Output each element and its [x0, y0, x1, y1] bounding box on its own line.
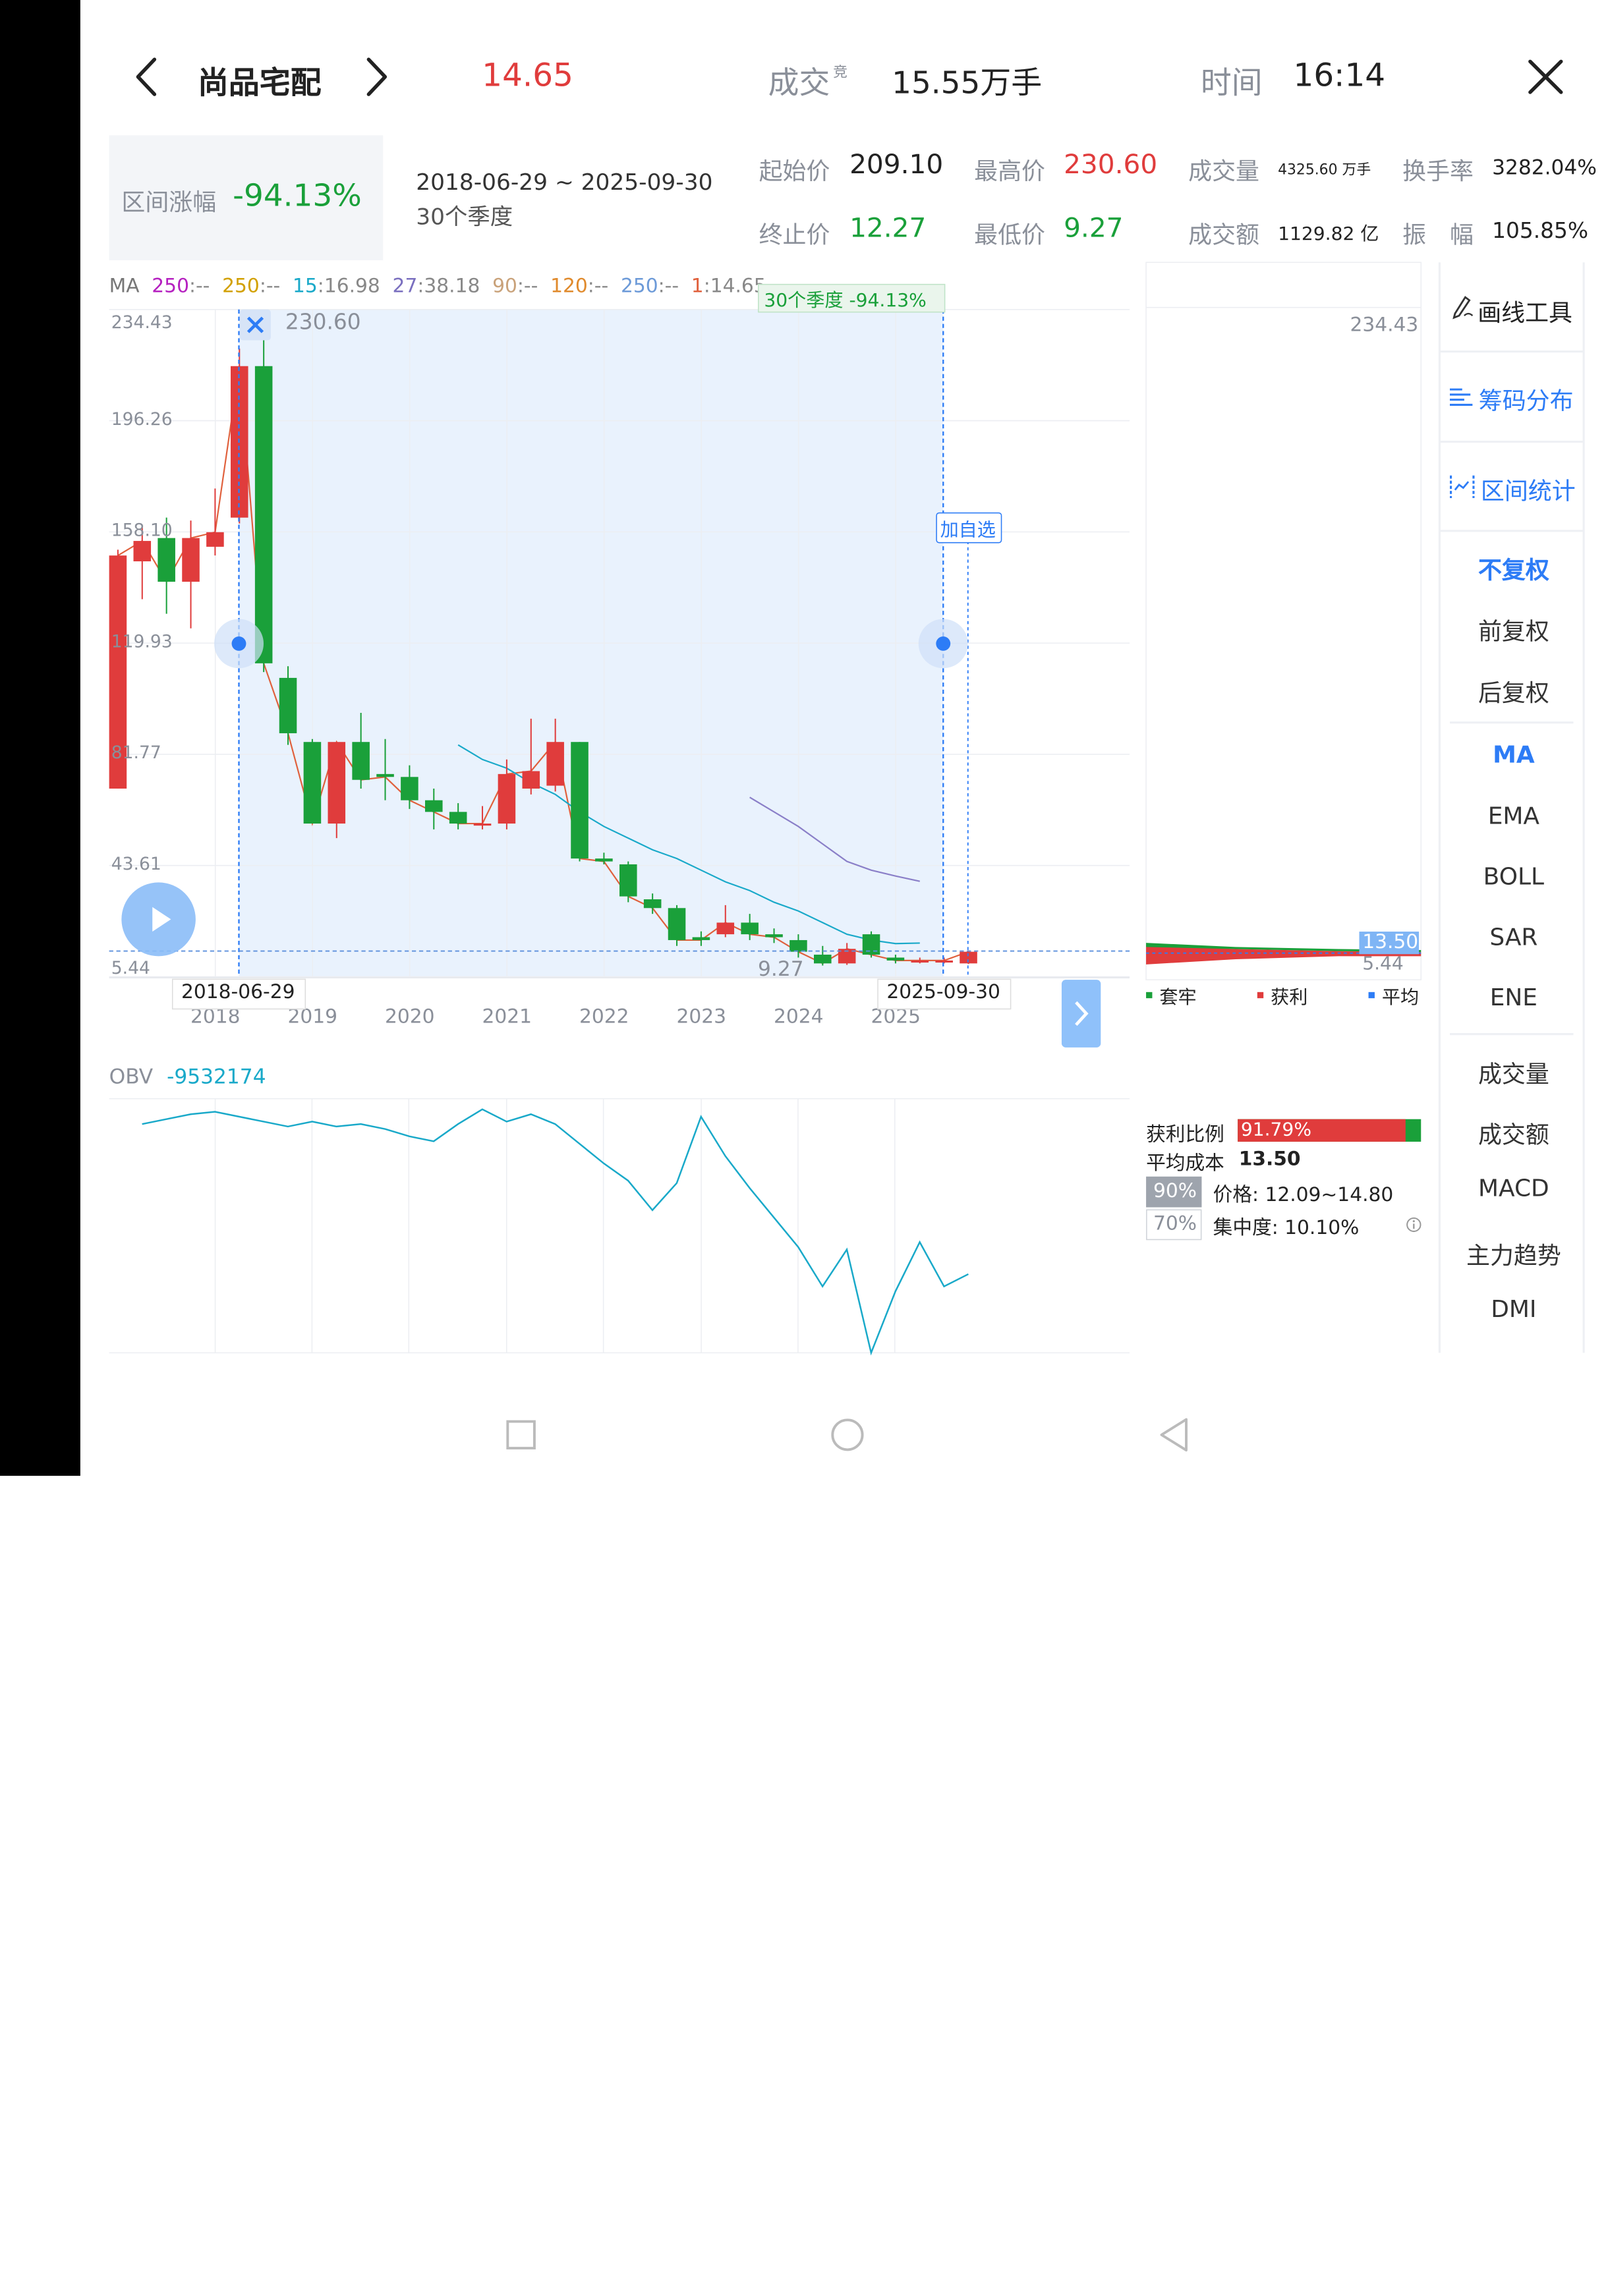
row90-text: 价格: 12.09~14.80: [1213, 1183, 1394, 1206]
legend-avg: 平均: [1381, 987, 1420, 1009]
sub-macd[interactable]: MACD: [1442, 1175, 1586, 1202]
chips-icon: [1450, 388, 1473, 406]
range-stats-button[interactable]: 区间统计: [1481, 472, 1576, 507]
chip-avg-tag: 13.50: [1362, 930, 1419, 953]
indicator-ene[interactable]: ENE: [1442, 985, 1586, 1011]
sub-main-trend[interactable]: 主力趋势: [1442, 1236, 1586, 1271]
row70-text: 集中度: 10.10%: [1213, 1216, 1360, 1239]
sub-dmi[interactable]: DMI: [1442, 1297, 1586, 1323]
pen-icon: [1452, 296, 1474, 320]
legend-trapped: 套牢: [1159, 987, 1197, 1009]
home-icon[interactable]: [829, 1416, 866, 1453]
amplitude: 105.85%: [1492, 218, 1589, 243]
row90-tag: 90%: [1153, 1179, 1197, 1202]
close-icon[interactable]: [1526, 57, 1565, 96]
divider: [1439, 440, 1584, 443]
recent-apps-icon[interactable]: [505, 1418, 538, 1451]
legend-avg-swatch: [1368, 992, 1375, 999]
sub-volume[interactable]: 成交量: [1442, 1055, 1586, 1090]
row70-tag: 70%: [1153, 1212, 1197, 1235]
profit-ratio-label: 获利比例: [1146, 1123, 1224, 1146]
turnover: 3282.04%: [1492, 154, 1597, 180]
info-icon[interactable]: [1406, 1216, 1422, 1233]
chip-bottom-price: 5.44: [1362, 953, 1404, 975]
indicator-ma[interactable]: MA: [1442, 742, 1586, 768]
chip-distribution-button[interactable]: 筹码分布: [1479, 381, 1574, 416]
legend-profit: 获利: [1271, 987, 1308, 1009]
legend-trapped-swatch: [1146, 992, 1153, 999]
chip-top-price: 234.43: [1350, 314, 1419, 337]
adjust-backward[interactable]: 后复权: [1442, 673, 1586, 708]
divider: [1450, 1033, 1574, 1036]
divider: [1439, 530, 1584, 532]
range-stats-icon: [1450, 475, 1475, 499]
indicator-boll[interactable]: BOLL: [1442, 864, 1586, 890]
chip-distribution-chart: [1145, 262, 1422, 980]
adjust-none[interactable]: 不复权: [1442, 550, 1586, 585]
draw-tool-button[interactable]: 画线工具: [1478, 293, 1572, 328]
back-icon[interactable]: [1157, 1416, 1190, 1453]
divider: [1450, 721, 1574, 724]
chip-frame: [1145, 262, 1422, 980]
profit-ratio: 91.79%: [1240, 1119, 1312, 1141]
legend-profit-swatch: [1257, 992, 1264, 999]
sub-amount[interactable]: 成交额: [1442, 1115, 1586, 1150]
indicator-ema[interactable]: EMA: [1442, 804, 1586, 830]
avg-cost: 13.50: [1238, 1148, 1301, 1171]
adjust-forward[interactable]: 前复权: [1442, 612, 1586, 647]
side-menu-border: [1438, 262, 1441, 1353]
indicator-sar[interactable]: SAR: [1442, 924, 1586, 951]
divider: [1439, 350, 1584, 353]
avg-cost-label: 平均成本: [1146, 1152, 1224, 1175]
obv-line: [142, 1108, 969, 1356]
